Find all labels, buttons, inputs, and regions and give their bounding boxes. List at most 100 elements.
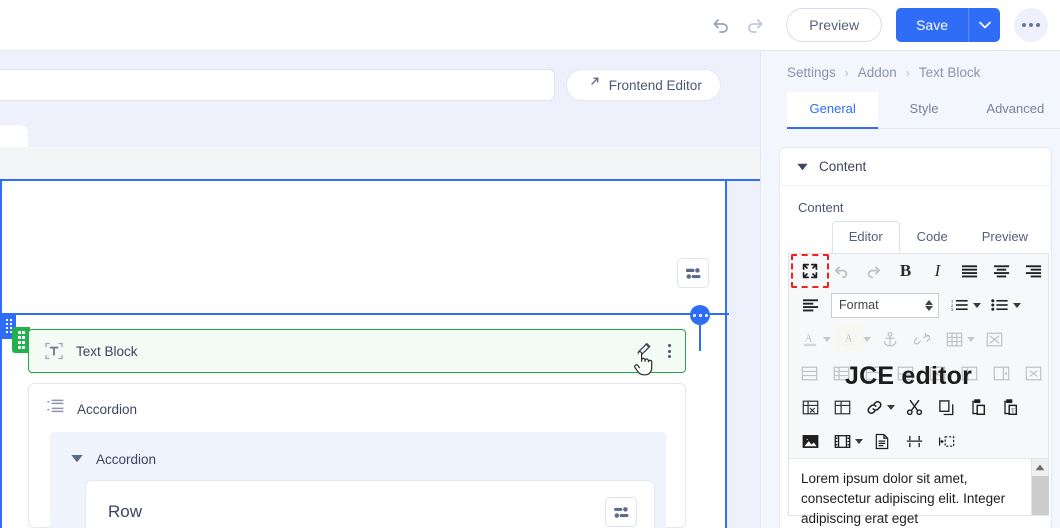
tab-general[interactable]: General (787, 92, 879, 129)
editor-body: Lorem ipsum dolor sit amet, consectetur … (789, 459, 1049, 526)
anchor-icon[interactable] (875, 325, 905, 353)
row-element[interactable]: Row (85, 480, 655, 528)
redo-icon[interactable] (859, 257, 889, 285)
row-settings-button[interactable] (605, 497, 637, 527)
image-icon[interactable] (795, 427, 825, 455)
accordion-element[interactable]: Accordion Accordion Row (28, 383, 686, 528)
more-vertical-icon[interactable] (668, 344, 671, 358)
spinner-icon (925, 299, 933, 311)
media-icon[interactable] (827, 427, 857, 455)
italic-icon[interactable]: I (923, 257, 953, 285)
insert-row-icon[interactable] (827, 359, 857, 387)
background-color-icon[interactable]: A (835, 325, 865, 353)
align-right-icon[interactable] (1018, 257, 1048, 285)
sliders-icon (613, 506, 629, 518)
breadcrumb-separator: › (905, 65, 910, 80)
align-center-icon[interactable] (986, 257, 1016, 285)
tab-style[interactable]: Style (878, 92, 970, 128)
workspace-pane: Frontend Editor Text Block Accordion Acc… (0, 51, 760, 528)
row-after-icon[interactable] (891, 359, 921, 387)
caret-down-icon (797, 159, 808, 174)
column-after-icon[interactable] (986, 359, 1016, 387)
align-left-icon[interactable] (795, 291, 825, 319)
undo-icon[interactable] (827, 257, 857, 285)
search-input[interactable] (0, 69, 555, 101)
read-more-icon[interactable] (931, 427, 961, 455)
accordion-list-icon (46, 398, 66, 421)
content-section-title: Content (819, 159, 867, 174)
copy-icon[interactable] (931, 393, 961, 421)
delete-row-icon[interactable] (795, 359, 825, 387)
bullet-list-icon[interactable] (985, 291, 1015, 319)
rich-text-editor: B I Format 1 2 3 A A T Lorem ipsum dolor… (788, 253, 1049, 526)
content-section-header[interactable]: Content (780, 148, 1051, 186)
split-cell-icon[interactable] (1018, 359, 1048, 387)
save-dropdown-caret-icon[interactable] (968, 8, 1000, 42)
save-button[interactable]: Save (896, 8, 968, 42)
breadcrumb-text-block: Text Block (918, 65, 981, 80)
section-badge-button[interactable] (690, 305, 710, 325)
delete-table-icon[interactable] (979, 325, 1009, 353)
section-settings-button[interactable] (677, 258, 709, 288)
editor-scrollbar[interactable] (1031, 459, 1049, 515)
frontend-editor-button[interactable]: Frontend Editor (566, 69, 721, 101)
text-block-icon (43, 340, 65, 362)
align-justify-icon[interactable] (954, 257, 984, 285)
scroll-up-arrow-icon[interactable] (1032, 459, 1048, 476)
undo-icon[interactable] (704, 8, 738, 42)
column-before-icon[interactable] (954, 359, 984, 387)
svg-text:A: A (844, 333, 852, 344)
editor-content-text[interactable]: Lorem ipsum dolor sit amet, consectetur … (789, 459, 1031, 526)
editor-mode-tabs: Editor Code Preview (780, 215, 1051, 253)
editor-tab-preview[interactable]: Preview (965, 221, 1045, 253)
table-icon[interactable] (939, 325, 969, 353)
row-before-icon[interactable] (859, 359, 889, 387)
settings-panel: Settings › Addon › Text Block General St… (760, 51, 1060, 528)
workspace-toolbar: Frontend Editor (0, 51, 760, 147)
content-section-card: Content Content Editor Code Preview B I … (779, 147, 1052, 528)
paste-as-text-icon[interactable]: T (995, 393, 1025, 421)
accordion-label: Accordion (77, 402, 138, 417)
table-props-icon[interactable] (827, 393, 857, 421)
row-label: Row (108, 502, 143, 521)
accordion-item-label: Accordion (96, 451, 157, 467)
more-horizontal-icon (1022, 23, 1040, 27)
row-settings-button-wrap (605, 497, 637, 527)
external-link-icon (581, 76, 600, 94)
article-icon[interactable] (867, 427, 897, 455)
fullscreen-icon[interactable] (791, 254, 829, 288)
canvas-top-band (0, 147, 760, 181)
textblock-element[interactable]: Text Block (28, 329, 686, 373)
breadcrumb-separator: › (844, 65, 849, 80)
font-color-icon[interactable]: A (795, 325, 825, 353)
bold-icon[interactable]: B (891, 257, 921, 285)
link-icon[interactable] (859, 393, 889, 421)
accordion-item[interactable]: Accordion Row (50, 432, 666, 528)
accordion-item-header[interactable]: Accordion (50, 432, 666, 468)
breadcrumb: Settings › Addon › Text Block (761, 51, 1060, 80)
workspace-tab-stub[interactable] (0, 125, 28, 147)
format-select[interactable]: Format (831, 292, 939, 318)
pencil-edit-icon[interactable] (636, 340, 654, 363)
delete-column-icon[interactable] (923, 359, 953, 387)
svg-text:A: A (804, 333, 812, 344)
editor-toolbar-row: T (789, 390, 1048, 424)
cut-icon[interactable] (899, 393, 929, 421)
preview-button[interactable]: Preview (786, 8, 883, 42)
delete-table-cell-icon[interactable] (795, 393, 825, 421)
breadcrumb-addon[interactable]: Addon (858, 65, 897, 80)
redo-icon[interactable] (738, 8, 772, 42)
numbered-list-icon[interactable]: 1 2 3 (945, 291, 975, 319)
unlink-icon[interactable] (907, 325, 937, 353)
breadcrumb-settings[interactable]: Settings (787, 65, 836, 80)
app-root: Preview Save Frontend Editor Text Block … (0, 0, 1060, 528)
section-badge-connector (699, 325, 701, 351)
tab-advanced[interactable]: Advanced (969, 92, 1060, 128)
scrollbar-thumb[interactable] (1032, 476, 1049, 515)
editor-tab-editor[interactable]: Editor (831, 221, 900, 253)
section-divider (2, 313, 729, 315)
more-options-button[interactable] (1014, 8, 1048, 42)
page-break-icon[interactable] (899, 427, 929, 455)
editor-tab-code[interactable]: Code (900, 221, 965, 253)
paste-icon[interactable] (963, 393, 993, 421)
